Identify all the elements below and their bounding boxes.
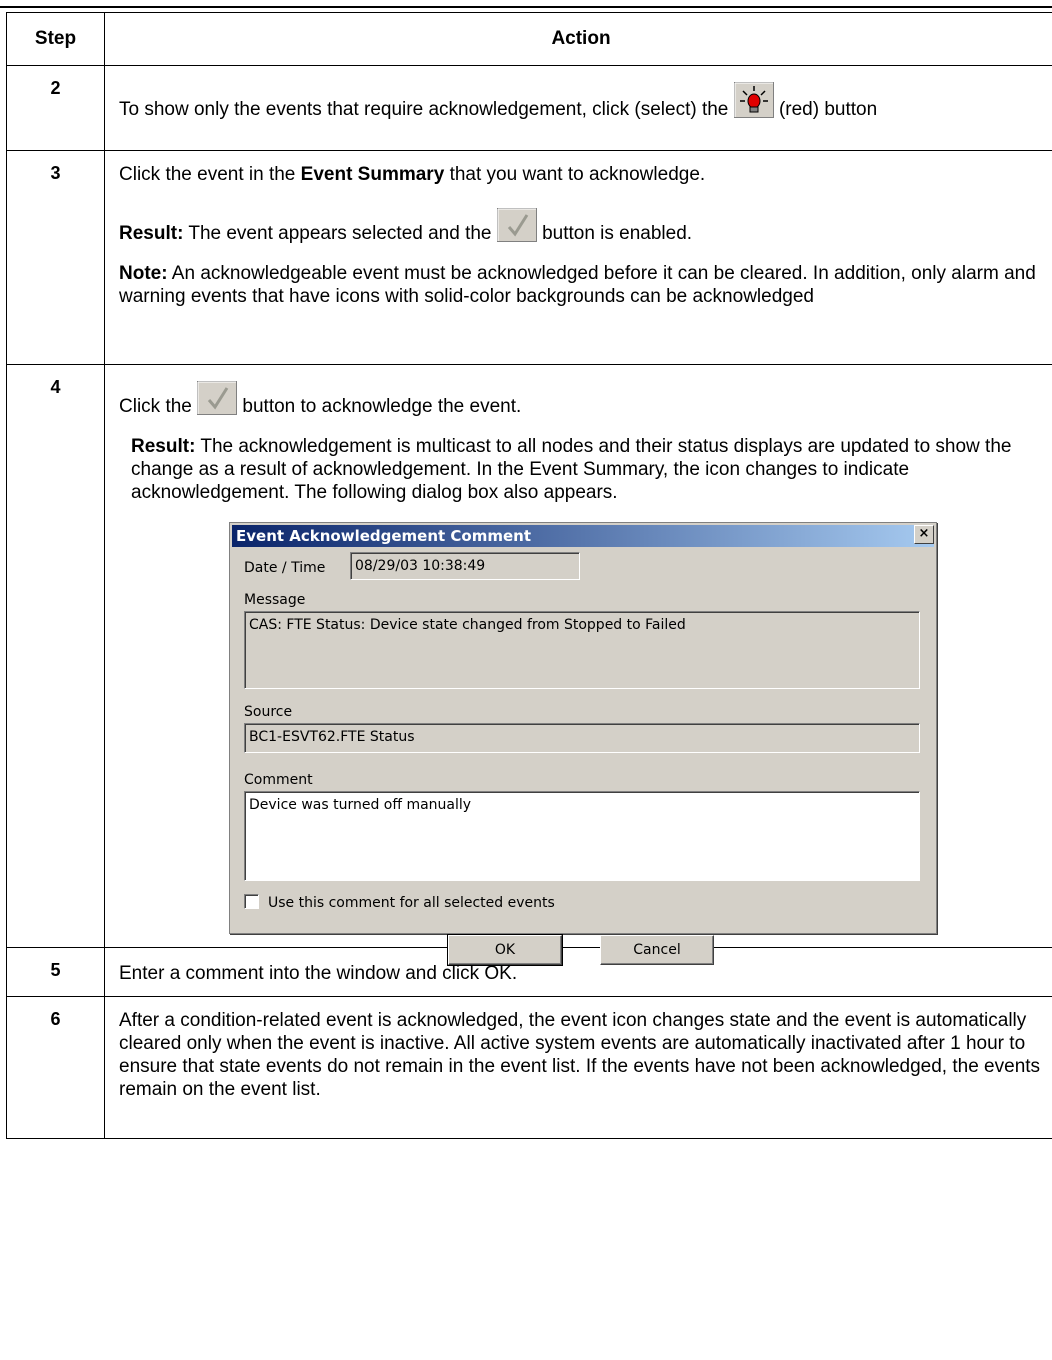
step-action: Click the button to acknowledge the even… xyxy=(104,364,1052,966)
result-text: Result: The acknowledgement is multicast… xyxy=(119,435,1043,504)
result-text-part: The event appears selected and the xyxy=(188,223,492,244)
dialog-title-bar: Event Acknowledgement Comment xyxy=(232,525,934,547)
acknowledge-checkmark-icon xyxy=(197,381,238,421)
message-label: Message xyxy=(244,592,306,608)
acknowledge-checkmark-icon xyxy=(496,208,537,248)
use-comment-checkbox-label: Use this comment for all selected events xyxy=(268,895,555,911)
step-text: Click the button to acknowledge the even… xyxy=(119,381,1043,421)
step-action: Click the event in the Event Summary tha… xyxy=(104,150,1052,365)
step-text-part: (red) button xyxy=(778,99,878,120)
table-row: 2 To show only the events that require a… xyxy=(6,65,1052,151)
step-number: 2 xyxy=(6,65,105,151)
step-text-part: To show only the events that require ack… xyxy=(119,99,729,120)
table-row: 3 Click the event in the Event Summary t… xyxy=(6,150,1052,365)
event-summary-term: Event Summary xyxy=(300,164,445,185)
step-text: To show only the events that require ack… xyxy=(119,82,1043,124)
table-row: 6 After a condition-related event is ack… xyxy=(6,996,1052,1139)
step-text-part: Click the xyxy=(119,396,192,417)
step-text: Click the event in the Event Summary tha… xyxy=(119,163,1043,186)
step-action: Enter a comment into the window and clic… xyxy=(104,947,1052,997)
comment-label: Comment xyxy=(244,772,313,788)
event-acknowledgement-dialog: Event Acknowledgement Comment × Date / T… xyxy=(229,522,937,966)
note-body: An acknowledgeable event must be acknowl… xyxy=(119,263,1036,307)
source-label: Source xyxy=(244,704,293,720)
close-icon[interactable]: × xyxy=(914,525,934,544)
top-rule xyxy=(0,6,1052,8)
date-time-label: Date / Time xyxy=(244,560,326,576)
ok-button[interactable]: OK xyxy=(447,934,563,966)
step-text-part: button to acknowledge the event. xyxy=(242,396,522,417)
dialog-title: Event Acknowledgement Comment xyxy=(236,527,532,545)
step-action: To show only the events that require ack… xyxy=(104,65,1052,151)
message-field: CAS: FTE Status: Device state changed fr… xyxy=(244,611,920,689)
result-text-part: button is enabled. xyxy=(542,223,693,244)
action-column-header: Action xyxy=(104,12,1052,66)
cancel-button[interactable]: Cancel xyxy=(600,935,714,965)
step-text-part: that you want to acknowledge. xyxy=(449,164,706,185)
step-column-header: Step xyxy=(6,12,105,66)
comment-input[interactable]: Device was turned off manually xyxy=(244,791,920,881)
date-time-field: 08/29/03 10:38:49 xyxy=(350,552,580,580)
note-label: Note: xyxy=(119,263,168,284)
note-text: Note: An acknowledgeable event must be a… xyxy=(119,262,1043,308)
table-row: 4 Click the button to acknowledge the ev… xyxy=(6,364,1052,966)
procedure-table: Step Action 2 To show only the events th… xyxy=(6,12,1052,1139)
step-text-part: Click the event in the xyxy=(119,164,296,185)
result-label: Result: xyxy=(119,223,184,244)
result-text-part: The acknowledgement is multicast to all … xyxy=(131,436,1012,503)
use-comment-checkbox[interactable] xyxy=(244,894,259,909)
table-header-row: Step Action xyxy=(6,12,1052,66)
step-number: 4 xyxy=(6,364,105,948)
red-alarm-light-icon xyxy=(733,82,774,124)
step-number: 5 xyxy=(6,947,105,997)
source-field: BC1-ESVT62.FTE Status xyxy=(244,723,920,753)
step-text: Enter a comment into the window and clic… xyxy=(119,963,518,984)
step-number: 6 xyxy=(6,996,105,1139)
result-label: Result: xyxy=(131,436,196,457)
step-number: 3 xyxy=(6,150,105,365)
result-text: Result: The event appears selected and t… xyxy=(119,208,1043,248)
step-action: After a condition-related event is ackno… xyxy=(104,996,1052,1139)
step-text: After a condition-related event is ackno… xyxy=(119,1010,1041,1100)
